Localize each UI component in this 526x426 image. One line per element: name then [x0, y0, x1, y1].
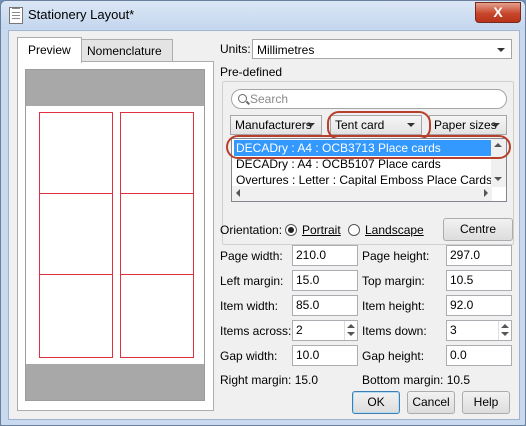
- manufacturers-label: Manufacturers: [235, 118, 312, 132]
- top-margin-label: Top margin:: [362, 274, 425, 288]
- increment-icon[interactable]: [347, 324, 355, 328]
- top-margin-field[interactable]: 10.5: [446, 270, 512, 291]
- scroll-right-icon[interactable]: [484, 189, 488, 197]
- chevron-down-icon: [497, 48, 505, 52]
- gap-height-field[interactable]: 0.0: [446, 345, 512, 366]
- tab-preview[interactable]: Preview: [17, 37, 82, 63]
- ok-button[interactable]: OK: [352, 391, 400, 414]
- top-margin-band: [26, 70, 204, 106]
- left-margin-field[interactable]: 15.0: [292, 270, 358, 291]
- landscape-label[interactable]: Landscape: [365, 223, 424, 237]
- gap-height-label: Gap height:: [362, 349, 425, 363]
- paper-sizes-label: Paper sizes: [434, 118, 497, 132]
- units-select[interactable]: Millimetres: [252, 39, 512, 59]
- stepper-buttons[interactable]: [498, 321, 511, 340]
- page-width-field[interactable]: 210.0: [292, 245, 358, 266]
- gap-width-label: Gap width:: [220, 349, 278, 363]
- chevron-down-icon: [492, 123, 500, 127]
- item-width-field[interactable]: 85.0: [292, 295, 358, 316]
- predefined-label: Pre-defined: [220, 65, 283, 79]
- scroll-left-icon[interactable]: [236, 189, 240, 197]
- right-margin-readout: Right margin: 15.0: [220, 373, 319, 387]
- landscape-radio[interactable]: [348, 224, 360, 236]
- gap-width-field[interactable]: 10.0: [292, 345, 358, 366]
- page-preview: [25, 69, 205, 401]
- page-height-field[interactable]: 297.0: [446, 245, 512, 266]
- bottom-margin-band: [26, 364, 204, 400]
- portrait-label[interactable]: Portrait: [302, 223, 341, 237]
- label-item: [120, 112, 194, 196]
- stepper-buttons[interactable]: [344, 321, 357, 340]
- manufacturers-dropdown[interactable]: Manufacturers: [230, 115, 322, 135]
- stationery-layout-window: Stationery Layout* X Preview Nomenclatur…: [0, 0, 526, 426]
- dialog-body: Preview Nomenclature Units: Millimetres …: [8, 30, 520, 420]
- item-height-field[interactable]: 92.0: [446, 295, 512, 316]
- search-icon: [238, 94, 247, 103]
- items-down-stepper[interactable]: 3: [446, 320, 512, 341]
- label-item: [39, 112, 113, 196]
- left-margin-label: Left margin:: [220, 274, 284, 288]
- scroll-down-icon[interactable]: [494, 177, 502, 181]
- items-across-value: 2: [296, 323, 303, 337]
- decrement-icon[interactable]: [347, 332, 355, 336]
- horizontal-scrollbar[interactable]: [232, 186, 492, 201]
- label-item: [120, 274, 194, 358]
- label-item: [120, 193, 194, 277]
- tab-nomenclature[interactable]: Nomenclature: [76, 39, 173, 62]
- close-button[interactable]: X: [475, 2, 521, 23]
- portrait-radio[interactable]: [285, 224, 297, 236]
- title-bar[interactable]: Stationery Layout* X: [1, 1, 525, 29]
- decrement-icon[interactable]: [501, 332, 509, 336]
- window-title: Stationery Layout*: [28, 7, 135, 22]
- cancel-button[interactable]: Cancel: [407, 391, 455, 414]
- units-label: Units:: [220, 42, 251, 56]
- item-height-label: Item height:: [362, 299, 425, 313]
- document-icon: [9, 7, 23, 24]
- items-across-stepper[interactable]: 2: [292, 320, 358, 341]
- preview-panel: [17, 61, 214, 411]
- paper-sizes-dropdown[interactable]: Paper sizes: [429, 115, 507, 135]
- search-input[interactable]: Search: [231, 89, 507, 109]
- label-item: [39, 193, 113, 277]
- bottom-margin-readout: Bottom margin: 10.5: [362, 373, 471, 387]
- item-width-label: Item width:: [220, 299, 279, 313]
- highlight-ring: [226, 135, 511, 159]
- help-button[interactable]: Help: [462, 391, 510, 414]
- label-item: [39, 274, 113, 358]
- items-across-label: Items across:: [220, 324, 292, 338]
- items-down-label: Items down:: [362, 324, 427, 338]
- search-placeholder: Search: [250, 92, 289, 106]
- orientation-label: Orientation:: [220, 223, 283, 237]
- page-width-label: Page width:: [220, 249, 283, 263]
- chevron-down-icon: [307, 123, 315, 127]
- increment-icon[interactable]: [501, 324, 509, 328]
- centre-items-button[interactable]: Centre items: [443, 218, 513, 257]
- items-down-value: 3: [450, 323, 457, 337]
- page-height-label: Page height:: [362, 249, 430, 263]
- units-value: Millimetres: [257, 43, 315, 57]
